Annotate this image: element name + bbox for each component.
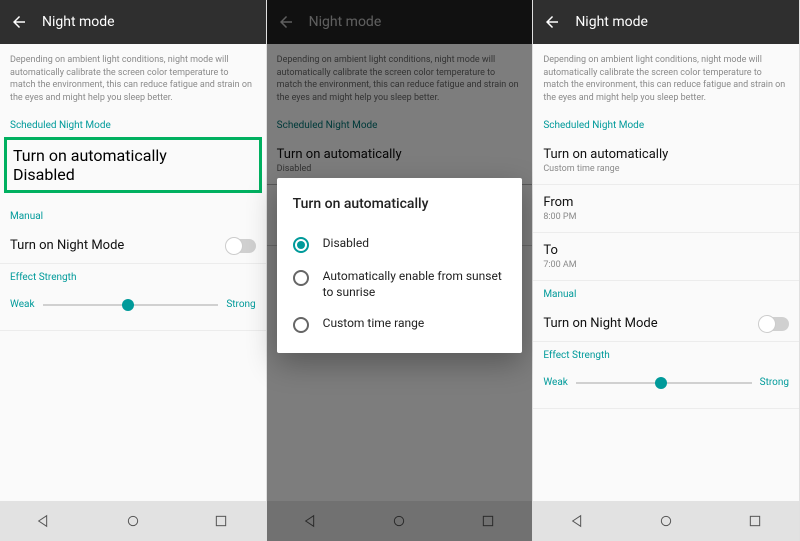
- back-arrow-icon[interactable]: [10, 13, 28, 31]
- slider-strong-label: Strong: [760, 377, 789, 388]
- radio-option-sunset[interactable]: Automatically enable from sunset to sunr…: [293, 261, 507, 308]
- toggle-label: Turn on Night Mode: [543, 316, 657, 331]
- from-title: From: [543, 195, 789, 210]
- radio-icon[interactable]: [293, 270, 309, 286]
- app-bar: Night mode: [533, 0, 799, 44]
- section-manual: Manual: [0, 203, 266, 228]
- nav-recent-icon[interactable]: [213, 513, 229, 529]
- effect-slider[interactable]: [43, 304, 219, 306]
- radio-option-custom[interactable]: Custom time range: [293, 308, 507, 341]
- screen-3: Night mode Depending on ambient light co…: [533, 0, 800, 541]
- app-bar: Night mode: [0, 0, 266, 44]
- nav-recent-icon[interactable]: [747, 513, 763, 529]
- effect-slider-row: Weak Strong: [0, 289, 266, 331]
- radio-option-disabled[interactable]: Disabled: [293, 228, 507, 261]
- section-scheduled: Scheduled Night Mode: [0, 112, 266, 137]
- radio-label: Disabled: [323, 236, 369, 252]
- toggle-switch[interactable]: [226, 239, 256, 253]
- page-title: Night mode: [575, 14, 648, 30]
- description-text: Depending on ambient light conditions, n…: [0, 44, 266, 112]
- nav-home-icon[interactable]: [125, 513, 141, 529]
- slider-knob[interactable]: [122, 299, 134, 311]
- nav-bar: [0, 501, 266, 541]
- auto-row-title: Turn on automatically: [543, 147, 789, 162]
- page-title: Night mode: [42, 14, 115, 30]
- slider-strong-label: Strong: [226, 299, 255, 310]
- description-text: Depending on ambient light conditions, n…: [533, 44, 799, 112]
- nav-bar: [533, 501, 799, 541]
- content-area: Depending on ambient light conditions, n…: [0, 44, 266, 501]
- night-mode-toggle-row[interactable]: Turn on Night Mode: [0, 228, 266, 264]
- to-row[interactable]: To 7:00 AM: [533, 233, 799, 281]
- radio-icon[interactable]: [293, 317, 309, 333]
- nav-back-icon[interactable]: [36, 513, 52, 529]
- effect-slider[interactable]: [576, 382, 752, 384]
- night-mode-toggle-row[interactable]: Turn on Night Mode: [533, 306, 799, 342]
- effect-slider-row: Weak Strong: [533, 367, 799, 409]
- to-title: To: [543, 243, 789, 258]
- radio-label: Automatically enable from sunset to sunr…: [323, 269, 507, 300]
- toggle-label: Turn on Night Mode: [10, 238, 124, 253]
- slider-weak-label: Weak: [543, 377, 568, 388]
- content-area: Depending on ambient light conditions, n…: [533, 44, 799, 501]
- from-sub: 8:00 PM: [543, 212, 789, 222]
- to-sub: 7:00 AM: [543, 260, 789, 270]
- radio-icon[interactable]: [293, 237, 309, 253]
- section-effect: Effect Strength: [0, 264, 266, 289]
- nav-home-icon[interactable]: [658, 513, 674, 529]
- back-arrow-icon[interactable]: [543, 13, 561, 31]
- auto-row[interactable]: Turn on automatically Disabled: [13, 146, 253, 184]
- slider-knob[interactable]: [655, 377, 667, 389]
- radio-label: Custom time range: [323, 316, 425, 332]
- screen-2: Night mode Depending on ambient light co…: [267, 0, 534, 541]
- dialog-title: Turn on automatically: [293, 196, 507, 212]
- slider-weak-label: Weak: [10, 299, 35, 310]
- from-row[interactable]: From 8:00 PM: [533, 185, 799, 233]
- auto-row[interactable]: Turn on automatically Custom time range: [533, 137, 799, 185]
- section-manual: Manual: [533, 281, 799, 306]
- auto-row-sub: Custom time range: [543, 164, 789, 174]
- section-effect: Effect Strength: [533, 342, 799, 367]
- auto-dialog: Turn on automatically Disabled Automatic…: [277, 178, 523, 353]
- section-scheduled: Scheduled Night Mode: [533, 112, 799, 137]
- screen-1: Night mode Depending on ambient light co…: [0, 0, 267, 541]
- highlight-box: Turn on automatically Disabled: [4, 137, 262, 193]
- auto-row-sub: Disabled: [13, 165, 253, 184]
- toggle-switch[interactable]: [759, 317, 789, 331]
- auto-row-title: Turn on automatically: [13, 146, 253, 165]
- nav-back-icon[interactable]: [570, 513, 586, 529]
